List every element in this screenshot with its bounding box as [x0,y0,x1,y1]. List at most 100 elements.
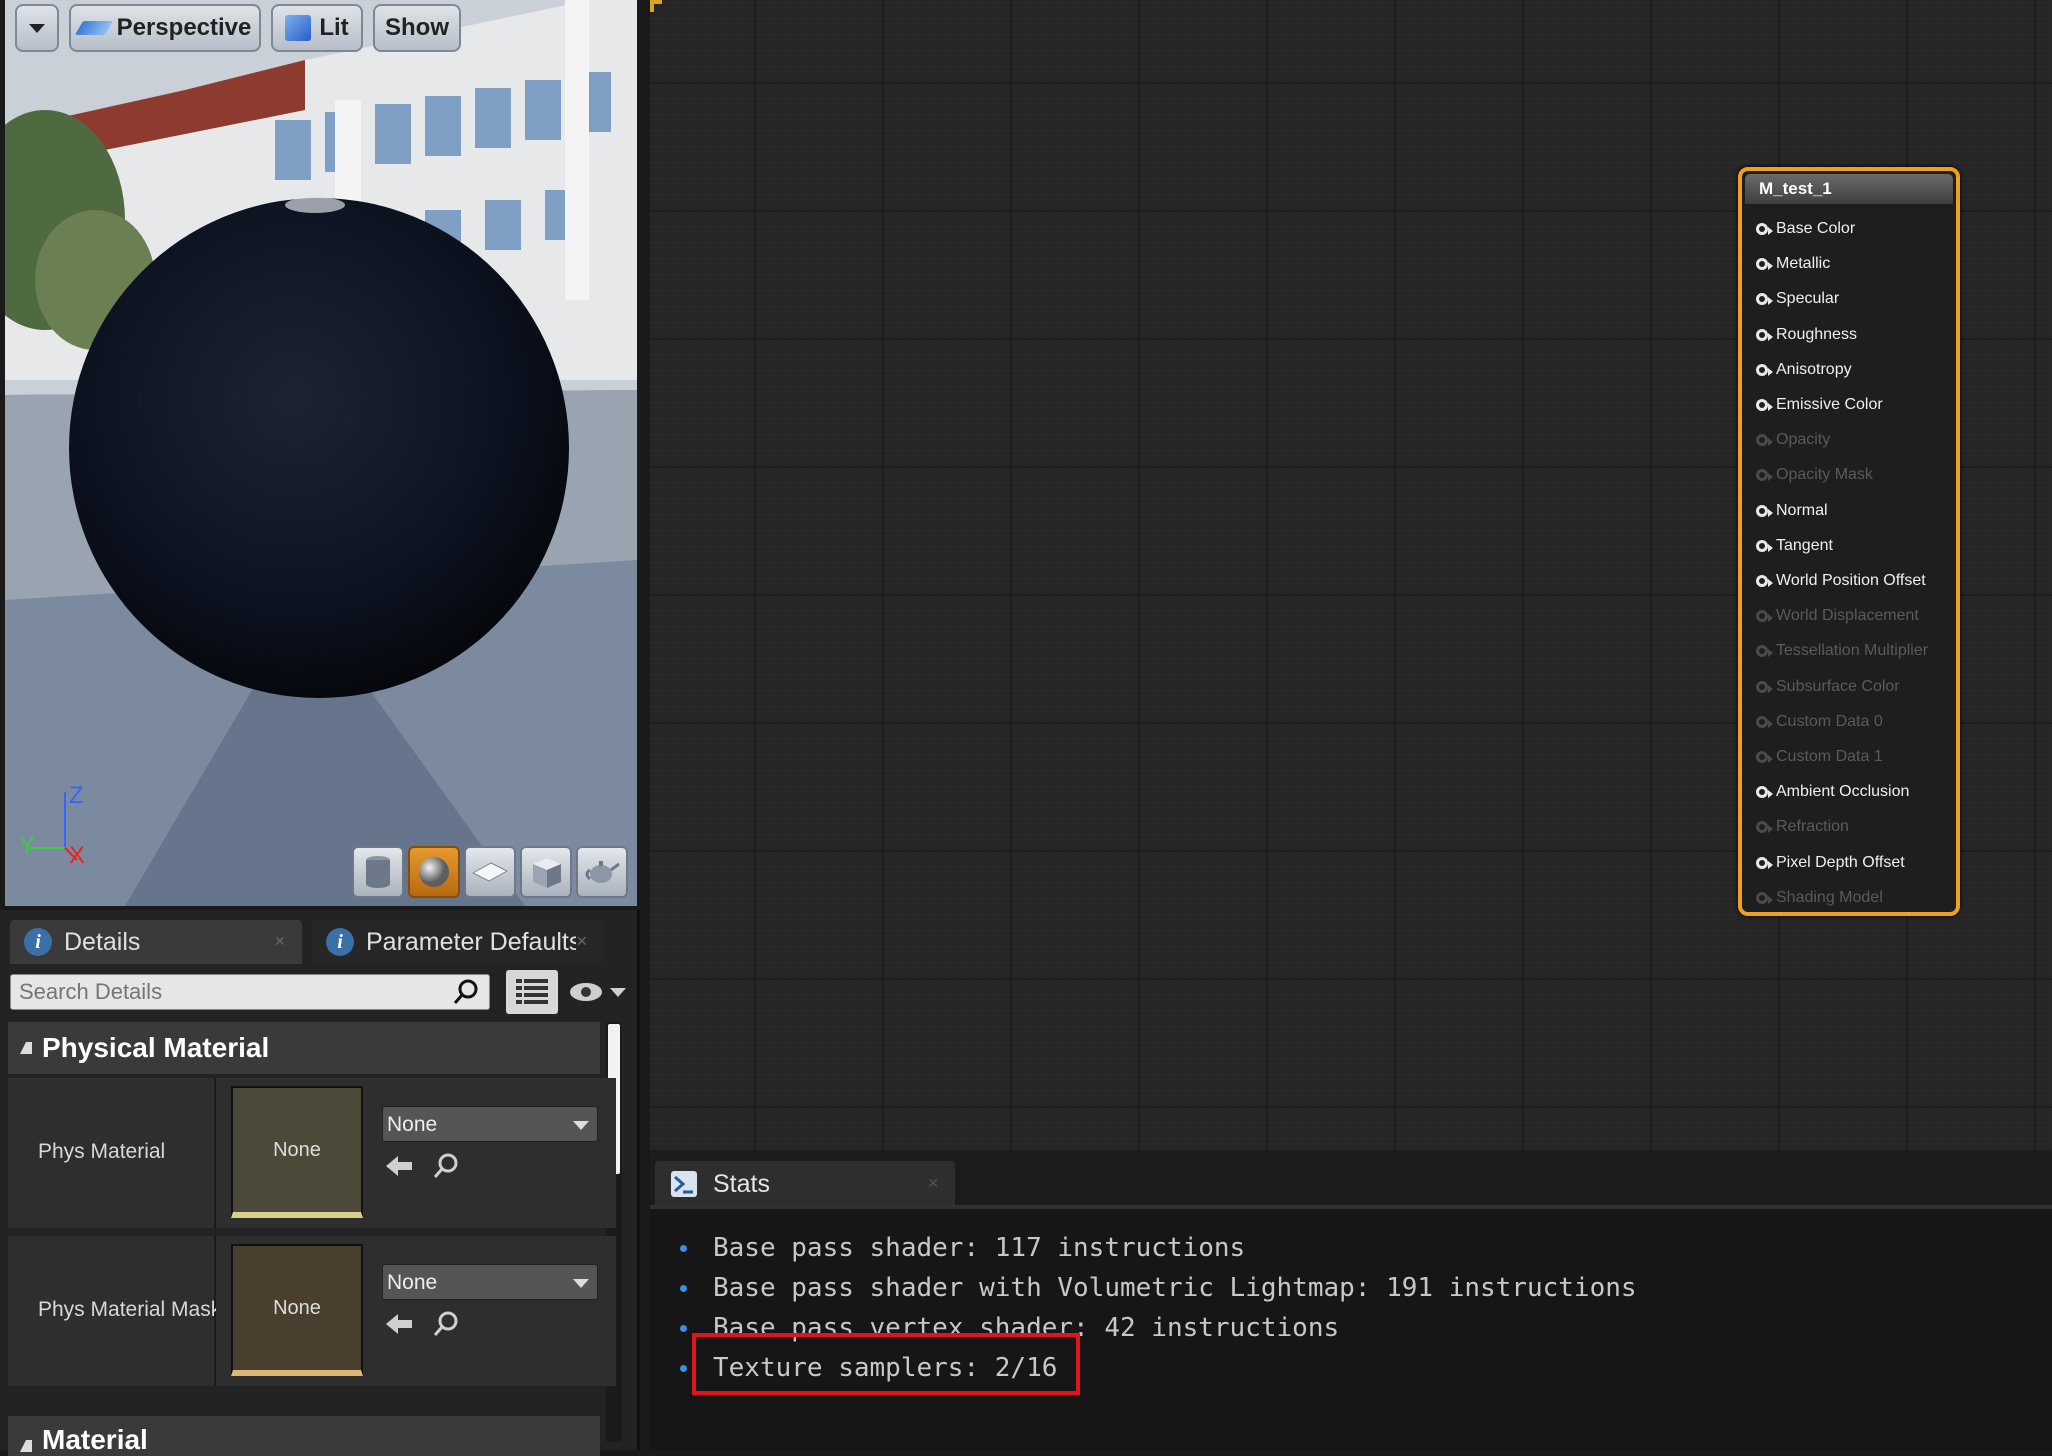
close-icon[interactable]: ✕ [576,934,590,948]
highlight-box [692,1333,1080,1395]
preview-sphere-button[interactable] [408,846,460,898]
node-pin[interactable]: World Position Offset [1756,571,1926,591]
prop-label: Phys Material [38,1140,166,1163]
details-panel: i Details ✕ i Parameter Defaults ✕ Physi… [0,910,640,1456]
preview-teapot-button[interactable] [576,846,628,898]
node-title[interactable]: M_test_1 [1745,174,1953,204]
pin-connector-icon[interactable] [1756,399,1773,411]
phys-material-mask-combo[interactable]: None [382,1264,598,1300]
search-box[interactable] [10,974,490,1010]
pin-label: Tangent [1776,536,1833,554]
node-pin[interactable]: Custom Data 1 [1756,747,1883,767]
node-pin[interactable]: Roughness [1756,325,1857,345]
phys-material-thumbnail[interactable]: None [231,1086,363,1218]
tab-parameter-defaults-label: Parameter Defaults [366,927,576,956]
close-icon[interactable]: ✕ [927,1175,939,1192]
node-pin[interactable]: Emissive Color [1756,395,1883,415]
pin-label: Opacity Mask [1776,466,1873,484]
node-pin[interactable]: Pixel Depth Offset [1756,853,1905,873]
node-pin[interactable]: Subsurface Color [1756,677,1900,697]
material-preview-viewport[interactable]: Perspective Lit Show Z Y X [5,0,637,906]
lit-button[interactable]: Lit [271,4,363,52]
pin-label: Metallic [1776,255,1831,273]
plane-icon [471,862,509,882]
combo-value: None [387,1271,438,1294]
bullet-icon [680,1244,687,1252]
node-pin[interactable]: Specular [1756,289,1839,309]
preview-cylinder-button[interactable] [352,846,404,898]
pin-connector-icon[interactable] [1756,328,1773,341]
tab-parameter-defaults[interactable]: i Parameter Defaults ✕ [312,920,604,964]
close-icon[interactable]: ✕ [274,934,288,948]
pin-label: Roughness [1776,325,1857,343]
pin-connector-icon[interactable] [1756,821,1773,834]
phys-material-mask-thumbnail[interactable]: None [231,1244,363,1376]
stat-line: Base pass shader with Volumetric Lightma… [680,1273,1637,1303]
preview-scene [5,0,637,906]
list-grid-icon [516,979,548,1004]
pin-connector-icon[interactable] [1756,469,1773,482]
viewport-options-dropdown[interactable] [15,4,59,52]
pin-label: Tessellation Multiplier [1776,642,1929,660]
pin-connector-icon[interactable] [1756,891,1773,904]
axis-y-label: Y [19,832,36,859]
pin-connector-icon[interactable] [1756,751,1773,763]
node-pin[interactable]: Custom Data 0 [1756,712,1883,732]
node-pin[interactable]: Opacity Mask [1756,465,1873,485]
preview-plane-button[interactable] [464,846,516,898]
node-pin[interactable]: Opacity [1756,430,1830,450]
node-pin[interactable]: World Displacement [1756,606,1919,626]
node-pin[interactable]: Base Color [1756,219,1855,239]
pin-connector-icon[interactable] [1756,715,1773,728]
show-button[interactable]: Show [373,4,461,52]
pin-label: Custom Data 0 [1776,712,1883,730]
pin-connector-icon[interactable] [1756,223,1773,235]
browse-magnifier-icon[interactable] [432,1152,460,1180]
use-selected-arrow-icon[interactable] [384,1312,414,1336]
pin-label: Pixel Depth Offset [1776,853,1905,871]
view-options-grid-button[interactable] [506,970,558,1014]
thumbnail-text: None [273,1138,321,1161]
pin-connector-icon[interactable] [1756,645,1773,658]
pin-connector-icon[interactable] [1756,856,1773,869]
combo-value: None [387,1113,438,1136]
use-selected-arrow-icon[interactable] [384,1154,414,1178]
node-pin[interactable]: Ambient Occlusion [1756,782,1909,802]
chevron-down-icon [610,987,626,997]
node-pin[interactable]: Normal [1756,501,1828,521]
thumbnail-text: None [273,1296,321,1319]
property-row-phys-material-mask: Phys Material Mask None None [8,1236,616,1386]
section-material[interactable]: Material [8,1416,600,1456]
perspective-button[interactable]: Perspective [69,4,261,52]
pin-connector-icon[interactable] [1756,610,1773,623]
pin-connector-icon[interactable] [1756,680,1773,693]
pin-connector-icon[interactable] [1756,786,1773,799]
pin-label: Opacity [1776,431,1831,449]
section-physical-material-label: Physical Material [42,1032,270,1063]
phys-material-combo[interactable]: None [382,1106,598,1142]
pin-connector-icon[interactable] [1756,434,1773,447]
browse-magnifier-icon[interactable] [432,1310,460,1338]
pin-connector-icon[interactable] [1756,575,1773,587]
node-pin[interactable]: Anisotropy [1756,360,1852,380]
section-physical-material[interactable]: Physical Material [8,1022,600,1074]
node-pin[interactable]: Shading Model [1756,888,1883,908]
node-pin[interactable]: Metallic [1756,254,1830,274]
node-pin[interactable]: Tangent [1756,536,1833,556]
node-pin[interactable]: Refraction [1756,817,1849,837]
material-result-node[interactable]: M_test_1 Base Color Metallic Specular Rough… [1738,167,1960,916]
tab-stats[interactable]: Stats ✕ [655,1161,955,1207]
pin-connector-icon[interactable] [1756,258,1773,271]
visibility-filter-button[interactable] [568,974,628,1010]
info-icon: i [24,928,52,956]
pin-label: Anisotropy [1776,360,1852,378]
pin-connector-icon[interactable] [1756,539,1773,552]
search-input[interactable] [11,975,441,1009]
preview-cube-button[interactable] [520,846,572,898]
pin-connector-icon[interactable] [1756,504,1773,517]
pin-label: World Position Offset [1776,572,1926,589]
pin-connector-icon[interactable] [1756,363,1773,376]
pin-connector-icon[interactable] [1756,293,1773,306]
node-pin[interactable]: Tessellation Multiplier [1756,641,1928,661]
tab-details[interactable]: i Details ✕ [10,920,302,964]
